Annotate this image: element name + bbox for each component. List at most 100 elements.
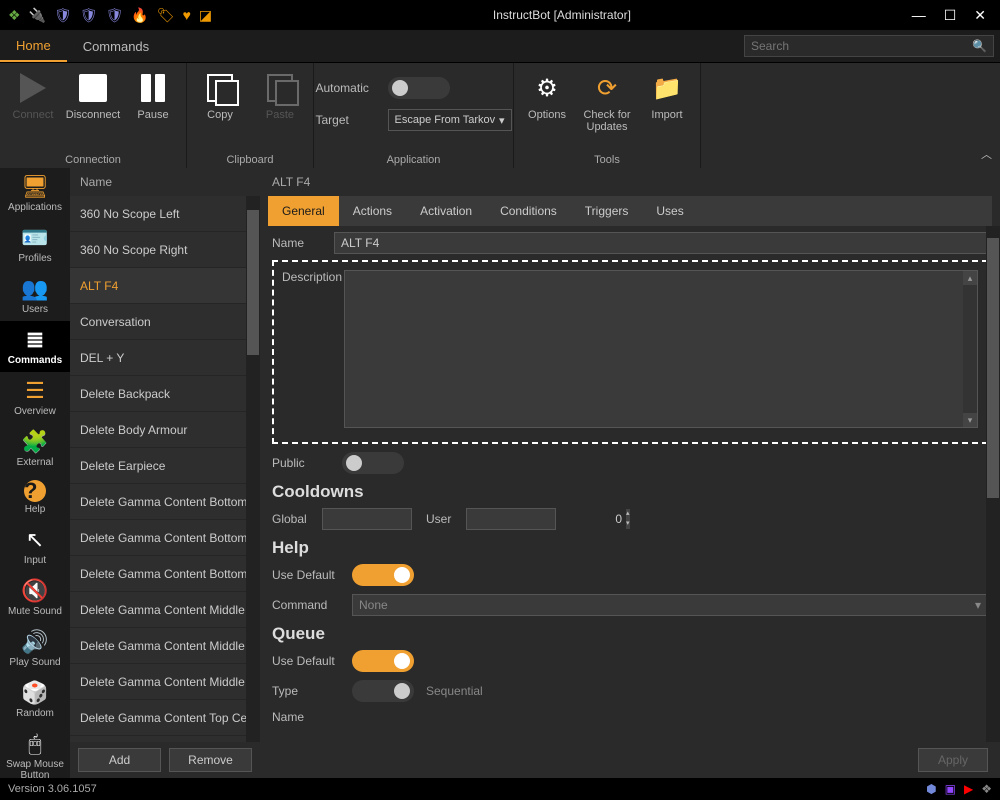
queue-type-toggle[interactable] [352,680,414,702]
window-controls: — ☐ ✕ [912,7,986,24]
global-value[interactable] [323,512,482,526]
target-dropdown[interactable]: Escape From Tarkov ▾ [388,109,512,131]
paste-button[interactable]: Paste [253,67,307,125]
name-input[interactable] [334,232,988,254]
queue-use-default-toggle[interactable] [352,650,414,672]
dice-icon: 🎲 [21,680,48,706]
public-toggle[interactable] [342,452,404,474]
global-spinner[interactable]: ▴▾ [322,508,412,530]
discord-icon[interactable]: ⬢ [926,782,936,796]
command-list-item[interactable]: DEL + Y [70,340,260,376]
command-list-item[interactable]: Delete Earpiece [70,448,260,484]
command-list-item[interactable]: Conversation [70,304,260,340]
options-button[interactable]: ⚙ Options [520,67,574,137]
maximize-button[interactable]: ☐ [944,7,957,24]
user-spinner[interactable]: ▴▾ [466,508,556,530]
sidenav-item-overview[interactable]: ☰Overview [0,372,70,423]
mouse-icon: 🖱 [28,731,41,757]
tab-triggers[interactable]: Triggers [571,196,643,226]
main: 🖥Applications 🪪Profiles 👥Users ≣Commands… [0,168,1000,778]
spinner-up-icon[interactable]: ▴ [626,509,630,519]
tab-uses[interactable]: Uses [642,196,697,226]
sidenav-item-applications[interactable]: 🖥Applications [0,168,70,219]
scroll-up-icon[interactable]: ▴ [963,271,977,285]
import-button[interactable]: 📁 Import [640,67,694,137]
command-list-item[interactable]: Delete Backpack [70,376,260,412]
command-list-item[interactable]: Delete Gamma Content Middle L... [70,628,260,664]
pause-button[interactable]: Pause [126,67,180,125]
help-use-default-toggle[interactable] [352,564,414,586]
sidenav-item-swap-mouse[interactable]: 🖱Swap Mouse Button [0,725,70,778]
scrollbar-thumb[interactable] [247,210,259,355]
sidenav-item-play-sound[interactable]: 🔊Play Sound [0,623,70,674]
cooldowns-title: Cooldowns [272,482,988,502]
command-list-item[interactable]: Delete Body Armour [70,412,260,448]
ribbon-group-label: Application [387,154,441,166]
minimize-button[interactable]: — [912,7,926,24]
ribbon-collapse-button[interactable]: ︿ [981,146,992,162]
sidenav-item-random[interactable]: 🎲Random [0,674,70,725]
shield-icon: 🛡 [54,7,72,24]
apply-button[interactable]: Apply [918,748,988,772]
command-list-item[interactable]: Delete Gamma Content Bottom ... [70,520,260,556]
tab-conditions[interactable]: Conditions [486,196,571,226]
command-list-item[interactable]: Delete Gamma Content Bottom ... [70,484,260,520]
command-list-item[interactable]: Delete Gamma Content Top Ce... [70,700,260,736]
twitch-icon[interactable]: ▣ [945,782,956,796]
remove-button[interactable]: Remove [169,748,252,772]
cursor-icon: ↖ [26,527,44,553]
command-list-item[interactable]: Delete Gamma Content Bottom ... [70,556,260,592]
automatic-toggle[interactable] [388,77,450,99]
check-updates-button[interactable]: ⟳ Check for Updates [580,67,634,137]
user-value[interactable] [467,512,626,526]
tab-activation[interactable]: Activation [406,196,486,226]
add-button[interactable]: Add [78,748,161,772]
refresh-icon: ⟳ [590,71,624,105]
spinner-down-icon[interactable]: ▾ [626,519,630,529]
scrollbar-thumb[interactable] [987,238,999,498]
command-list-item[interactable]: 360 No Scope Left [70,196,260,232]
app-icon[interactable]: ❖ [981,782,992,796]
queue-name-label: Name [272,710,344,724]
pause-icon [136,71,170,105]
close-button[interactable]: ✕ [974,7,986,24]
play-icon [16,71,50,105]
sidenav: 🖥Applications 🪪Profiles 👥Users ≣Commands… [0,168,70,778]
command-list-item[interactable]: 360 No Scope Right [70,232,260,268]
youtube-icon[interactable]: ▶ [964,782,973,796]
tab-actions[interactable]: Actions [339,196,406,226]
command-list-item[interactable]: ALT F4 [70,268,260,304]
disconnect-button[interactable]: Disconnect [66,67,120,125]
sidenav-item-input[interactable]: ↖Input [0,521,70,572]
sidenav-item-profiles[interactable]: 🪪Profiles [0,219,70,270]
tab-home[interactable]: Home [0,30,67,62]
search-box[interactable]: 🔍 [744,35,994,57]
search-icon: 🔍 [972,39,987,53]
scrollbar[interactable]: ▴▾ [963,271,977,427]
detail-tabs: General Actions Activation Conditions Tr… [268,196,992,226]
search-input[interactable] [751,39,972,53]
ribbon-group-label: Clipboard [226,154,273,166]
ribbon-group-label: Connection [65,154,121,166]
copy-button[interactable]: Copy [193,67,247,125]
command-list: Name 360 No Scope Left360 No Scope Right… [70,168,260,778]
tab-commands[interactable]: Commands [67,30,165,62]
sidenav-item-help[interactable]: ?Help [0,474,70,521]
sidenav-item-commands[interactable]: ≣Commands [0,321,70,372]
connect-button[interactable]: Connect [6,67,60,125]
sidenav-item-mute-sound[interactable]: 🔇Mute Sound [0,572,70,623]
queue-type-label: Type [272,684,344,698]
sidenav-item-users[interactable]: 👥Users [0,270,70,321]
tab-general[interactable]: General [268,196,339,226]
command-list-item[interactable]: Delete Gamma Content Middle ... [70,592,260,628]
description-highlight-box: Description ▴▾ [272,260,988,444]
description-input[interactable]: ▴▾ [344,270,978,428]
sidenav-item-external[interactable]: 🧩External [0,423,70,474]
scrollbar[interactable] [246,196,260,742]
scroll-down-icon[interactable]: ▾ [963,413,977,427]
command-list-item[interactable]: Delete Gamma Content Middle ... [70,664,260,700]
command-dropdown[interactable]: None▾ [352,594,988,616]
sound-icon: 🔊 [21,629,48,655]
scrollbar[interactable] [986,226,1000,742]
plug-icon: 🔌 [29,7,46,24]
